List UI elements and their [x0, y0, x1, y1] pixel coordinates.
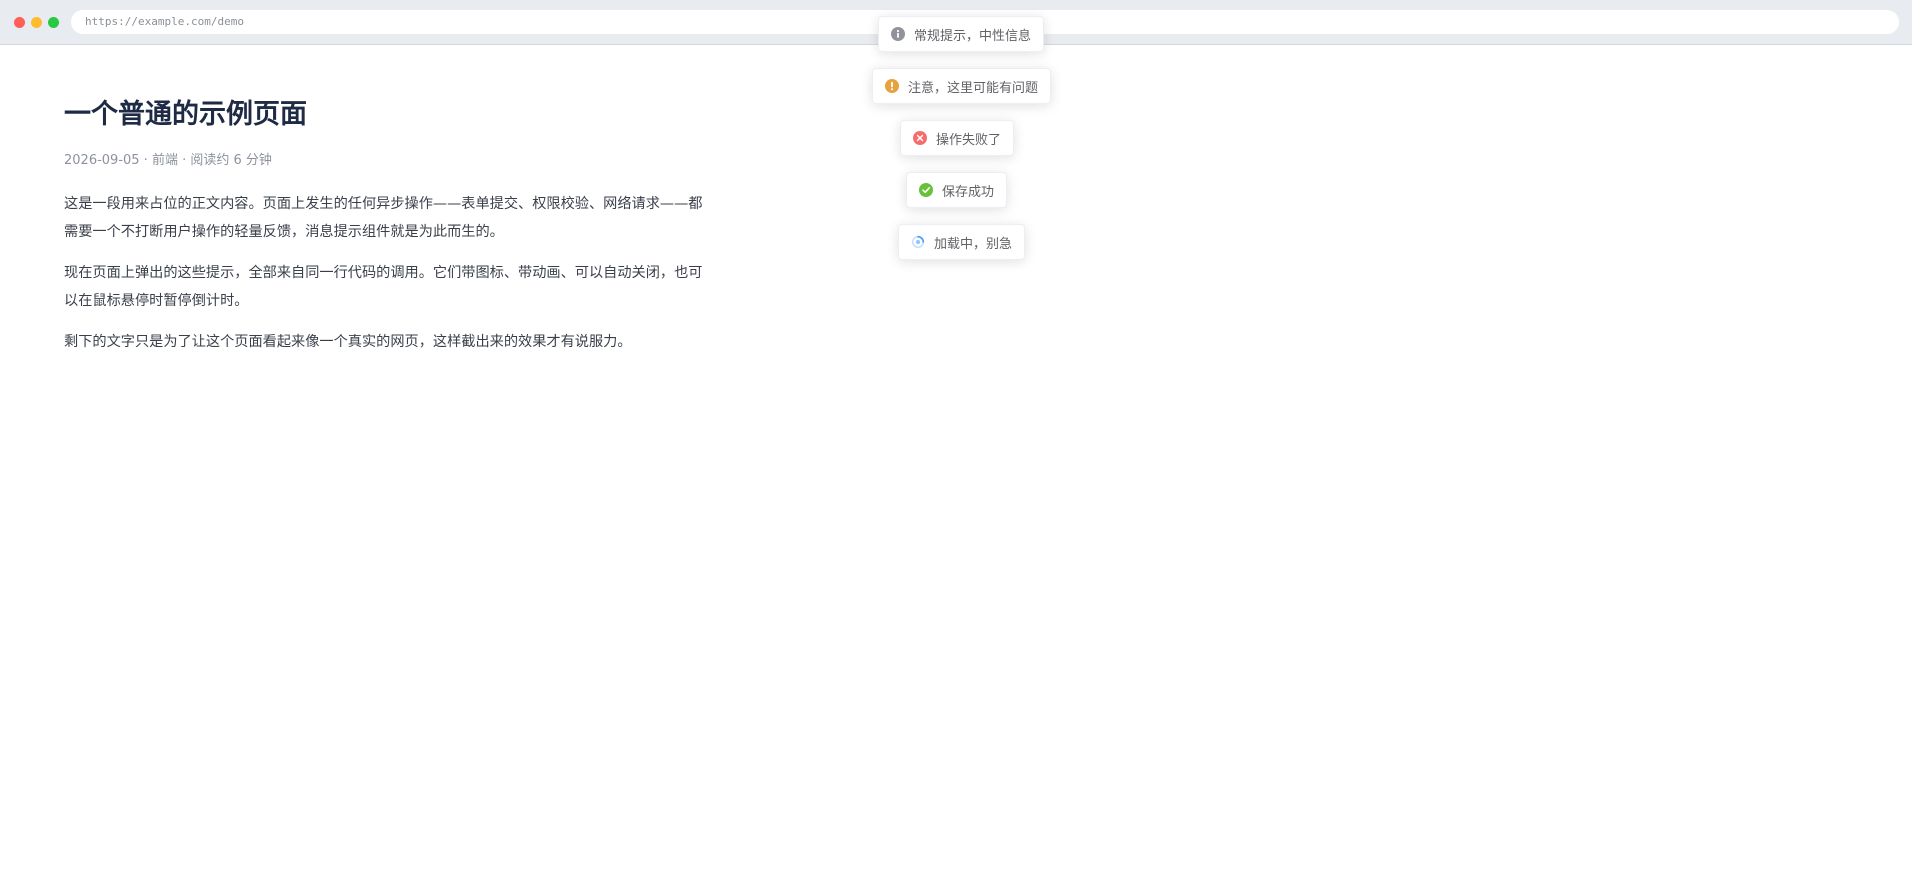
article-paragraph: 剩下的文字只是为了让这个页面看起来像一个真实的网页，这样截出来的效果才有说服力。 [64, 334, 632, 350]
article: 一个普通的示例页面 2026-09-05 · 前端 · 阅读约 6 分钟 这是一… [64, 92, 704, 356]
article-paragraph: 现在页面上弹出的这些提示，全部来自同一行代码的调用。它们带图标、带动画、可以自动… [64, 265, 703, 309]
maximize-window-button[interactable] [48, 17, 59, 28]
toast-info[interactable]: 常规提示，中性信息 [878, 16, 1045, 52]
toast-success[interactable]: 保存成功 [906, 172, 1008, 208]
info-icon [891, 27, 905, 41]
toast-loading[interactable]: 加载中，别急 [898, 224, 1026, 260]
article-meta: 2026-09-05 · 前端 · 阅读约 6 分钟 [64, 153, 272, 168]
toast-error[interactable]: 操作失败了 [900, 120, 1015, 156]
close-window-button[interactable] [14, 17, 25, 28]
page-title: 一个普通的示例页面 [64, 99, 307, 130]
toast-message: 保存成功 [942, 184, 995, 200]
toast-message: 注意，这里可能有问题 [908, 80, 1039, 96]
toast-message: 常规提示，中性信息 [914, 28, 1032, 44]
success-icon [919, 183, 933, 197]
warning-icon [885, 79, 899, 93]
minimize-window-button[interactable] [31, 17, 42, 28]
loading-icon [911, 235, 925, 249]
error-icon [913, 131, 927, 145]
toast-message: 加载中，别急 [934, 236, 1013, 252]
toast-warning[interactable]: 注意，这里可能有问题 [872, 68, 1052, 104]
article-paragraph: 这是一段用来占位的正文内容。页面上发生的任何异步操作——表单提交、权限校验、网络… [64, 196, 703, 240]
toast-message: 操作失败了 [936, 132, 1002, 148]
